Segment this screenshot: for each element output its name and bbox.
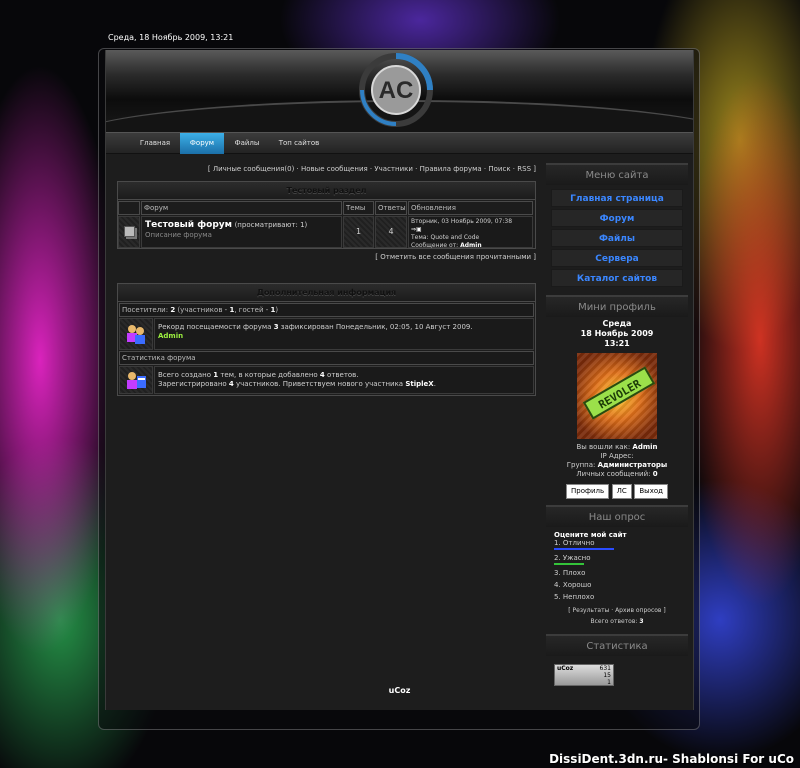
date-time-text: Среда, 18 Ноябрь 2009, 13:21 <box>108 33 234 42</box>
forum-topic-count: 1 <box>343 216 374 248</box>
poll-question: Оцените мой сайт <box>554 531 627 539</box>
last-author-link[interactable]: Admin <box>460 242 482 249</box>
logout-button[interactable]: Выход <box>634 484 668 499</box>
link-members[interactable]: Участники <box>374 165 413 173</box>
footer: uCoz <box>106 686 693 695</box>
link-rss[interactable]: RSS <box>517 165 531 173</box>
menu-item-files[interactable]: Файлы <box>551 229 683 247</box>
main-nav: Главная Форум Файлы Топ сайтов <box>106 132 693 154</box>
menu-item-site-catalog[interactable]: Каталог сайтов <box>551 269 683 287</box>
stats-heading: Статистика форума <box>119 351 534 365</box>
menu-item-home[interactable]: Главная страница <box>551 189 683 207</box>
ucoz-counter[interactable]: uCoz 631 15 1 <box>554 664 614 686</box>
last-post-arrow-icon[interactable]: ⇒▣ <box>411 226 530 234</box>
nav-item-files[interactable]: Файлы <box>226 133 268 154</box>
section-title[interactable]: Тестовый раздел <box>118 182 535 200</box>
forum-table-header: Форум Темы Ответы Обновления <box>118 200 535 215</box>
col-updates: Обновления <box>408 201 533 215</box>
info-title: Дополнительная информация <box>118 284 535 302</box>
poll-archive-link[interactable]: Архив опросов <box>615 607 661 614</box>
site-wrapper: AC Главная Форум Файлы Топ сайтов [ Личн… <box>105 50 694 710</box>
profile-datetime: Среда 18 Ноябрь 2009 13:21 <box>580 319 654 348</box>
link-new-messages[interactable]: Новые сообщения <box>301 165 368 173</box>
forum-reply-count: 4 <box>375 216 407 248</box>
profile-buttons: Профиль ЛС Выход <box>546 484 688 499</box>
nav-item-top-sites[interactable]: Топ сайтов <box>272 133 326 154</box>
poll-results-link[interactable]: Результаты <box>573 607 610 614</box>
forum-description: Описание форума <box>145 231 212 239</box>
menu-title: Меню сайта <box>546 163 688 185</box>
poll-option: 4. Хорошо <box>554 581 592 589</box>
ucoz-link[interactable]: uCoz <box>389 686 411 695</box>
site-menu: Главная страница Форум Файлы Сервера Кат… <box>546 185 688 291</box>
stats-title: Статистика <box>546 634 688 656</box>
sidebar: Меню сайта Главная страница Форум Файлы … <box>546 163 688 686</box>
site-header: AC <box>106 50 693 132</box>
main-content: [ Личные сообщения(0) · Новые сообщения … <box>117 165 536 396</box>
avatar: REVOLER <box>577 353 657 439</box>
pm-button[interactable]: ЛС <box>611 484 632 499</box>
poll-option: 5. Неплохо <box>554 593 595 601</box>
poll: Оцените мой сайт 1. Отлично 2. Ужасно 3.… <box>546 527 688 630</box>
profile-button[interactable]: Профиль <box>566 484 610 499</box>
link-private-messages[interactable]: Личные сообщения(0) <box>213 165 294 173</box>
last-topic-link[interactable]: Quote and Code <box>431 234 480 241</box>
nav-item-forum[interactable]: Форум <box>180 133 224 154</box>
poll-title: Наш опрос <box>546 505 688 527</box>
last-post-date: Вторник, 03 Ноябрь 2009, 07:38 <box>411 218 513 225</box>
col-forum: Форум <box>141 201 342 215</box>
site-logo: AC <box>359 53 433 127</box>
forum-top-links: [ Личные сообщения(0) · Новые сообщения … <box>207 165 536 173</box>
forum-section: Тестовый раздел Форум Темы Ответы Обновл… <box>117 181 536 249</box>
forum-last-post: Вторник, 03 Ноябрь 2009, 07:38 ⇒▣ Тема: … <box>408 216 533 249</box>
link-search[interactable]: Поиск <box>488 165 510 173</box>
newest-member-link[interactable]: StipleX <box>405 380 433 388</box>
svg-text:AC: AC <box>379 77 414 104</box>
stats-icon <box>119 366 153 394</box>
forum-viewing: (просматривают: 1) <box>234 221 308 229</box>
stats-row: Всего создано 1 тем, в которые добавлено… <box>119 366 534 394</box>
poll-option: 3. Плохо <box>554 569 586 577</box>
watermark-text: DissiDent.3dn.ru- Shablonsi For uCo <box>549 752 794 766</box>
additional-info: Дополнительная информация Посетители: 2 … <box>117 283 536 396</box>
profile-title: Мини профиль <box>546 295 688 317</box>
profile-username: Admin <box>632 443 658 451</box>
link-forum-rules[interactable]: Правила форума <box>420 165 482 173</box>
poll-option: 2. Ужасно <box>554 554 591 562</box>
forum-row: Тестовый форум (просматривают: 1) Описан… <box>118 216 535 249</box>
users-icon <box>119 318 153 350</box>
mark-all-read-link[interactable]: Отметить все сообщения прочитанными <box>380 253 531 261</box>
menu-item-servers[interactable]: Сервера <box>551 249 683 267</box>
poll-bar <box>554 548 614 550</box>
col-topics: Темы <box>343 201 374 215</box>
poll-bar <box>554 563 584 565</box>
forum-status-icon <box>118 216 140 248</box>
record-row: Рекорд посещаемости форума 3 зафиксирова… <box>119 318 534 350</box>
poll-option: 1. Отлично <box>554 539 595 547</box>
forum-link[interactable]: Тестовый форум <box>145 220 232 230</box>
nav-item-home[interactable]: Главная <box>132 133 178 154</box>
record-user-link[interactable]: Admin <box>158 332 530 341</box>
profile-info: Вы вошли как: Admin IP Адрес: Группа: Ад… <box>566 443 668 478</box>
col-replies: Ответы <box>375 201 407 215</box>
menu-item-forum[interactable]: Форум <box>551 209 683 227</box>
mark-all-read: [ Отметить все сообщения прочитанными ] <box>375 253 536 261</box>
visitors-line: Посетители: 2 (участников - 1, гостей - … <box>119 303 534 317</box>
